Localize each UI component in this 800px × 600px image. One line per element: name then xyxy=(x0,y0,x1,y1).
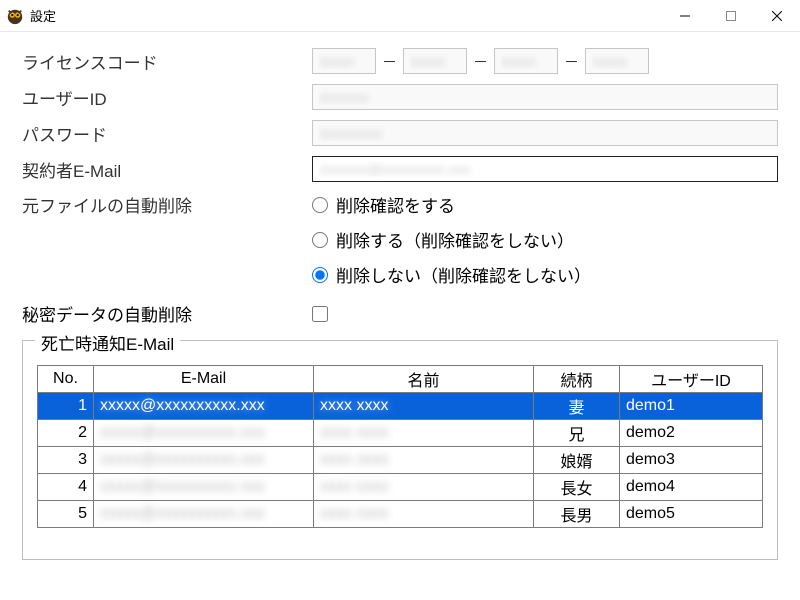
th-uid[interactable]: ユーザーID xyxy=(620,366,763,393)
autodelete-label: 元ファイルの自動削除 xyxy=(22,192,312,217)
cell-uid: demo3 xyxy=(620,447,763,474)
contractor-email-input[interactable] xyxy=(312,156,778,182)
close-icon xyxy=(772,11,782,21)
cell-uid: demo4 xyxy=(620,474,763,501)
cell-email: xxxxx@xxxxxxxxxx.xxx xyxy=(94,393,314,420)
table-row[interactable]: 3xxxxx@xxxxxxxxxx.xxxxxxx xxxx娘婿demo3 xyxy=(38,447,763,474)
row-license: ライセンスコード － － － xyxy=(22,48,778,74)
radio-confirm-label: 削除確認をする xyxy=(336,192,455,217)
radio-nodelete[interactable]: 削除しない（削除確認をしない） xyxy=(312,262,591,287)
userid-label: ユーザーID xyxy=(22,85,312,110)
contractor-email-label: 契約者E-Mail xyxy=(22,157,312,182)
table-header-row: No. E-Mail 名前 続柄 ユーザーID xyxy=(38,366,763,393)
password-label: パスワード xyxy=(22,121,312,146)
cell-no: 2 xyxy=(38,420,94,447)
userid-input[interactable] xyxy=(312,84,778,110)
license-seg1[interactable] xyxy=(312,48,376,74)
cell-no: 4 xyxy=(38,474,94,501)
license-dash-2: － xyxy=(473,51,488,72)
cell-no: 5 xyxy=(38,501,94,528)
cell-name: xxxx xxxx xyxy=(314,474,534,501)
cell-email: xxxxx@xxxxxxxxxx.xxx xyxy=(94,420,314,447)
license-label: ライセンスコード xyxy=(22,49,312,74)
cell-rel: 長女 xyxy=(534,474,620,501)
secret-autodelete-checkbox[interactable] xyxy=(312,306,328,322)
titlebar: 設定 xyxy=(0,0,800,32)
cell-uid: demo2 xyxy=(620,420,763,447)
secret-autodelete-checkbox-wrap[interactable] xyxy=(312,306,328,322)
cell-email: xxxxx@xxxxxxxxxx.xxx xyxy=(94,474,314,501)
cell-rel: 兄 xyxy=(534,420,620,447)
cell-name: xxxx xxxx xyxy=(314,501,534,528)
cell-email: xxxxx@xxxxxxxxxx.xxx xyxy=(94,447,314,474)
cell-uid: demo1 xyxy=(620,393,763,420)
th-no[interactable]: No. xyxy=(38,366,94,393)
minimize-button[interactable] xyxy=(662,0,708,32)
row-autodelete: 元ファイルの自動削除 削除確認をする 削除する（削除確認をしない） 削除しない（… xyxy=(22,192,778,297)
license-dash-1: － xyxy=(382,51,397,72)
radio-nodelete-label: 削除しない（削除確認をしない） xyxy=(336,262,591,287)
notify-email-table[interactable]: No. E-Mail 名前 続柄 ユーザーID 1xxxxx@xxxxxxxxx… xyxy=(37,365,763,528)
secret-autodelete-label: 秘密データの自動削除 xyxy=(22,301,312,326)
window-title: 設定 xyxy=(30,6,56,25)
autodelete-options: 削除確認をする 削除する（削除確認をしない） 削除しない（削除確認をしない） xyxy=(312,192,591,287)
cell-name: xxxx xxxx xyxy=(314,447,534,474)
th-rel[interactable]: 続柄 xyxy=(534,366,620,393)
cell-rel: 長男 xyxy=(534,501,620,528)
row-secret-autodelete: 秘密データの自動削除 xyxy=(22,301,778,326)
cell-name: xxxx xxxx xyxy=(314,420,534,447)
cell-rel: 娘婿 xyxy=(534,447,620,474)
radio-confirm[interactable]: 削除確認をする xyxy=(312,192,591,217)
table-row[interactable]: 5xxxxx@xxxxxxxxxx.xxxxxxx xxxx長男demo5 xyxy=(38,501,763,528)
maximize-button[interactable] xyxy=(708,0,754,32)
th-name[interactable]: 名前 xyxy=(314,366,534,393)
notify-email-legend: 死亡時通知E-Mail xyxy=(35,330,180,355)
license-fields: － － － xyxy=(312,48,778,74)
license-seg4[interactable] xyxy=(585,48,649,74)
table-row[interactable]: 4xxxxx@xxxxxxxxxx.xxxxxxx xxxx長女demo4 xyxy=(38,474,763,501)
row-contractor-email: 契約者E-Mail xyxy=(22,156,778,182)
row-password: パスワード xyxy=(22,120,778,146)
cell-email: xxxxx@xxxxxxxxxx.xxx xyxy=(94,501,314,528)
row-userid: ユーザーID xyxy=(22,84,778,110)
app-icon xyxy=(6,7,24,25)
table-row[interactable]: 2xxxxx@xxxxxxxxxx.xxxxxxx xxxx兄demo2 xyxy=(38,420,763,447)
radio-delete[interactable]: 削除する（削除確認をしない） xyxy=(312,227,591,252)
maximize-icon xyxy=(726,11,736,21)
radio-delete-label: 削除する（削除確認をしない） xyxy=(336,227,574,252)
th-email[interactable]: E-Mail xyxy=(94,366,314,393)
cell-no: 3 xyxy=(38,447,94,474)
close-button[interactable] xyxy=(754,0,800,32)
license-dash-3: － xyxy=(564,51,579,72)
radio-delete-input[interactable] xyxy=(312,232,328,248)
license-seg2[interactable] xyxy=(403,48,467,74)
cell-name: xxxx xxxx xyxy=(314,393,534,420)
cell-rel: 妻 xyxy=(534,393,620,420)
notify-email-group: 死亡時通知E-Mail No. E-Mail 名前 続柄 ユーザーID 1xxx… xyxy=(22,340,778,560)
license-seg3[interactable] xyxy=(494,48,558,74)
password-input[interactable] xyxy=(312,120,778,146)
content-area: ライセンスコード － － － ユーザーID パスワード 契約者E-Mail xyxy=(0,32,800,560)
window-buttons xyxy=(662,0,800,32)
cell-uid: demo5 xyxy=(620,501,763,528)
radio-nodelete-input[interactable] xyxy=(312,267,328,283)
cell-no: 1 xyxy=(38,393,94,420)
radio-confirm-input[interactable] xyxy=(312,197,328,213)
table-row[interactable]: 1xxxxx@xxxxxxxxxx.xxxxxxx xxxx妻demo1 xyxy=(38,393,763,420)
minimize-icon xyxy=(680,11,690,21)
